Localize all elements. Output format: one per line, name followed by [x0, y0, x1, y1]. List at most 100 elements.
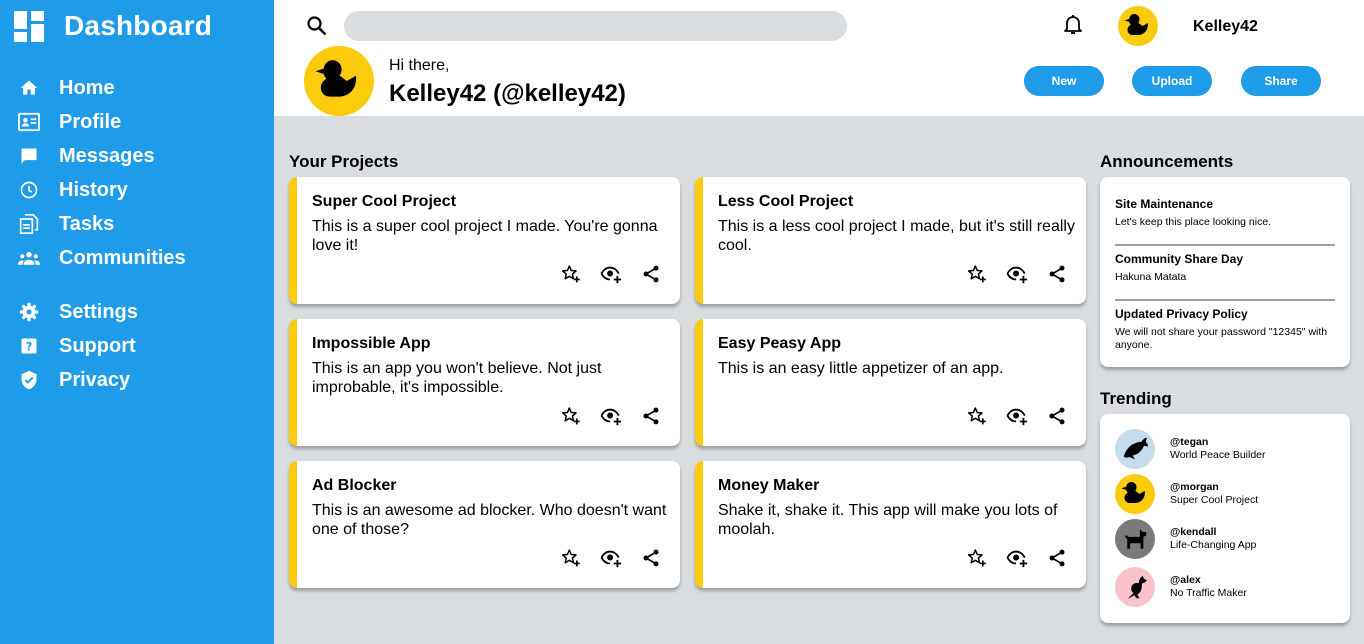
shield-icon: [18, 369, 40, 391]
project-title: Less Cool Project: [718, 193, 854, 210]
message-icon: [18, 145, 40, 167]
trending-heading: Trending: [1100, 389, 1172, 408]
share-button[interactable]: Share: [1241, 66, 1321, 96]
sidebar-item-label: Profile: [59, 110, 122, 133]
trending-item[interactable]: @tegan World Peace Builder: [1115, 429, 1266, 469]
sidebar-item-settings[interactable]: Settings: [18, 300, 138, 324]
trending-item[interactable]: @kendall Life-Changing App: [1115, 519, 1256, 559]
upload-button[interactable]: Upload: [1132, 66, 1212, 96]
watch-add-icon[interactable]: [1005, 262, 1029, 286]
projects-heading: Your Projects: [289, 152, 399, 171]
watch-add-icon[interactable]: [1005, 546, 1029, 570]
duck-icon: [315, 60, 357, 97]
divider: [1115, 244, 1335, 246]
gear-icon: [18, 301, 40, 323]
new-button[interactable]: New: [1024, 66, 1104, 96]
star-add-icon[interactable]: [965, 546, 989, 570]
trending-handle: @morgan: [1170, 481, 1219, 493]
sidebar-item-label: Settings: [59, 300, 138, 323]
trending-handle: @tegan: [1170, 436, 1209, 448]
sidebar-item-tasks[interactable]: Tasks: [18, 212, 114, 236]
card-actions: [559, 404, 679, 428]
project-title: Super Cool Project: [312, 193, 457, 210]
trending-project: Super Cool Project: [1170, 494, 1259, 506]
sidebar-item-history[interactable]: History: [18, 178, 128, 202]
project-title: Easy Peasy App: [718, 335, 842, 352]
project-title: Ad Blocker: [312, 477, 397, 494]
sidebar-item-home[interactable]: Home: [18, 76, 115, 100]
dashboard-logo-icon: [14, 10, 44, 42]
card-actions: [559, 262, 679, 286]
greeting: Hi there,: [389, 57, 450, 74]
clock-icon: [18, 179, 40, 201]
trending-item[interactable]: @alex No Traffic Maker: [1115, 567, 1247, 607]
avatar: [1115, 519, 1155, 559]
share-icon[interactable]: [1045, 546, 1069, 570]
sidebar-item-label: History: [59, 178, 128, 201]
announcements-panel: Site Maintenance Let's keep this place l…: [1100, 177, 1350, 367]
header-username[interactable]: Kelley42: [1193, 18, 1258, 36]
watch-add-icon[interactable]: [599, 404, 623, 428]
dog-icon: [1125, 529, 1147, 549]
share-icon[interactable]: [639, 546, 663, 570]
announcement-text: We will not share your password "12345" …: [1115, 326, 1328, 351]
share-icon[interactable]: [639, 262, 663, 286]
share-icon[interactable]: [1045, 404, 1069, 428]
trending-item[interactable]: @morgan Super Cool Project: [1115, 474, 1258, 514]
project-card[interactable]: Less Cool Project This is a less cool pr…: [695, 177, 1086, 304]
star-add-icon[interactable]: [559, 404, 583, 428]
sidebar-item-label: Messages: [59, 144, 155, 167]
trending-project: Life-Changing App: [1170, 539, 1257, 551]
project-title: Money Maker: [718, 477, 820, 494]
watch-add-icon[interactable]: [599, 262, 623, 286]
project-card[interactable]: Impossible App This is an app you won't …: [289, 319, 680, 446]
search-input[interactable]: [344, 11, 847, 41]
watch-add-icon[interactable]: [1005, 404, 1029, 428]
project-description: Shake it, shake it. This app will make y…: [718, 502, 1058, 538]
project-card[interactable]: Super Cool Project This is a super cool …: [289, 177, 680, 304]
announcement-item[interactable]: Updated Privacy Policy We will not share…: [1115, 307, 1335, 352]
star-add-icon[interactable]: [559, 546, 583, 570]
sidebar-item-label: Communities: [59, 246, 186, 269]
star-add-icon[interactable]: [965, 262, 989, 286]
announcement-item[interactable]: Site Maintenance Let's keep this place l…: [1115, 197, 1335, 229]
sidebar-item-label: Support: [59, 334, 136, 357]
trending-project: No Traffic Maker: [1170, 587, 1247, 599]
card-actions: [965, 404, 1085, 428]
project-card[interactable]: Money Maker Shake it, shake it. This app…: [695, 461, 1086, 588]
avatar: [1115, 474, 1155, 514]
sidebar-item-profile[interactable]: Profile: [18, 110, 121, 134]
announcement-item[interactable]: Community Share Day Hakuna Matata: [1115, 252, 1335, 284]
project-card[interactable]: Ad Blocker This is an awesome ad blocker…: [289, 461, 680, 588]
project-title: Impossible App: [312, 335, 431, 352]
sidebar-item-support[interactable]: ? Support: [18, 334, 136, 358]
project-description: This is a super cool project I made. You…: [312, 218, 658, 254]
watch-add-icon[interactable]: [599, 546, 623, 570]
user-avatar[interactable]: [1118, 6, 1158, 46]
sidebar-item-privacy[interactable]: Privacy: [18, 368, 130, 392]
announcement-text: Hakuna Matata: [1115, 271, 1187, 283]
star-add-icon[interactable]: [965, 404, 989, 428]
project-description: This is an awesome ad blocker. Who doesn…: [312, 502, 667, 538]
duck-icon: [1121, 482, 1145, 503]
sidebar-item-label: Home: [59, 76, 115, 99]
project-description: This is an app you won't believe. Not ju…: [312, 360, 602, 396]
share-icon[interactable]: [1045, 262, 1069, 286]
kangaroo-icon: [1127, 575, 1147, 599]
project-card[interactable]: Easy Peasy App This is an easy little ap…: [695, 319, 1086, 446]
search-icon[interactable]: [305, 14, 329, 38]
trending-handle: @alex: [1170, 574, 1201, 586]
brand[interactable]: Dashboard: [14, 10, 212, 42]
sidebar-item-messages[interactable]: Messages: [18, 144, 155, 168]
sidebar-item-label: Tasks: [59, 212, 115, 235]
sidebar-item-communities[interactable]: Communities: [18, 246, 186, 270]
announcement-title: Updated Privacy Policy: [1115, 307, 1248, 321]
avatar: [1115, 429, 1155, 469]
project-description: This is a less cool project I made, but …: [718, 218, 1075, 254]
bell-icon[interactable]: [1061, 12, 1085, 36]
dolphin-icon: [1123, 437, 1148, 460]
people-icon: [18, 247, 40, 269]
star-add-icon[interactable]: [559, 262, 583, 286]
share-icon[interactable]: [639, 404, 663, 428]
trending-handle: @kendall: [1170, 526, 1217, 538]
